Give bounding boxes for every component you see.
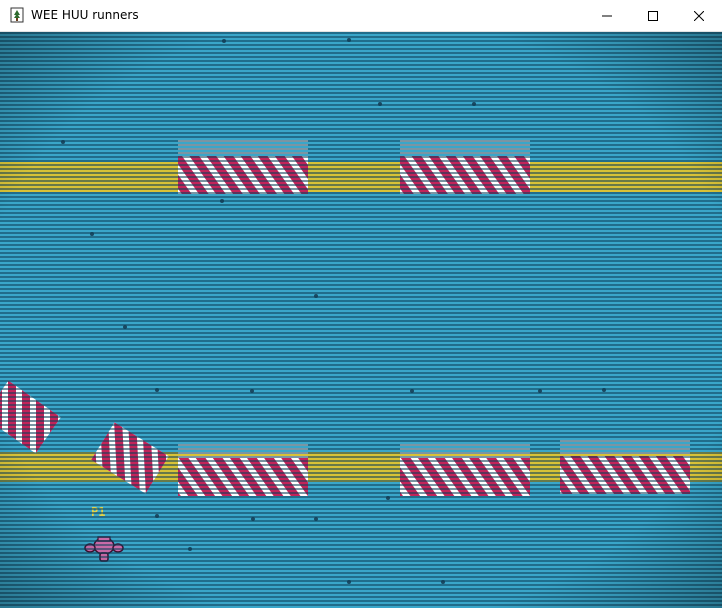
- crt-vignette: [0, 32, 722, 608]
- tree-app-icon: [10, 7, 24, 23]
- title-bar[interactable]: WEE HUU runners: [0, 0, 722, 32]
- window-title: WEE HUU runners: [31, 8, 139, 22]
- close-icon: [694, 10, 704, 21]
- maximize-icon: [648, 10, 658, 21]
- maximize-button[interactable]: [630, 0, 676, 31]
- game-viewport[interactable]: P1: [0, 32, 722, 608]
- game-window: WEE HUU runners: [0, 0, 722, 608]
- game-scene: P1: [0, 32, 722, 608]
- minimize-icon: [602, 15, 612, 16]
- close-button[interactable]: [676, 0, 722, 31]
- minimize-button[interactable]: [584, 0, 630, 31]
